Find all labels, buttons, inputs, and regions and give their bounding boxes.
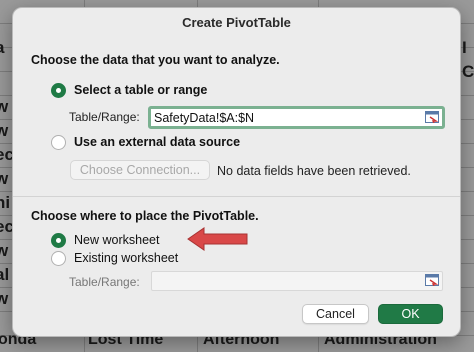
- external-source-option[interactable]: Use an external data source: [51, 133, 240, 151]
- sheet-cell: w: [0, 121, 9, 140]
- sheet-cell: ec: [0, 145, 12, 164]
- left-arrow-icon: [187, 227, 248, 251]
- range-picker-icon[interactable]: [425, 111, 439, 123]
- sheet-cell: al: [0, 265, 10, 284]
- sheet-right-column: I C: [462, 36, 474, 84]
- table-range-label: Table/Range:: [69, 110, 140, 124]
- dialog-title: Create PivotTable: [182, 15, 291, 30]
- sheet-cell: w: [0, 241, 9, 260]
- ok-button[interactable]: OK: [378, 304, 443, 324]
- existing-range-input[interactable]: [151, 271, 443, 291]
- existing-worksheet-option[interactable]: Existing worksheet: [51, 249, 178, 267]
- analyze-heading: Choose the data that you want to analyze…: [31, 53, 280, 67]
- sheet-left-column: w w ec w hi ec w al w: [0, 95, 12, 311]
- sheet-cell: ec: [0, 217, 12, 236]
- existing-range-label: Table/Range:: [69, 275, 140, 289]
- new-worksheet-label: New worksheet: [74, 233, 160, 247]
- section-divider: [13, 196, 460, 197]
- new-worksheet-option[interactable]: New worksheet: [51, 231, 159, 249]
- radio-selected-icon[interactable]: [51, 232, 66, 248]
- sheet-cell: I: [462, 38, 467, 57]
- external-source-label: Use an external data source: [74, 135, 241, 149]
- select-table-range-label: Select a table or range: [74, 83, 208, 97]
- sheet-cell: C: [462, 62, 474, 81]
- create-pivottable-dialog: Create PivotTable Choose the data that y…: [12, 7, 461, 337]
- cancel-button[interactable]: Cancel: [302, 304, 369, 324]
- table-range-value: SafetyData!$A:$N: [154, 111, 255, 125]
- place-heading: Choose where to place the PivotTable.: [31, 209, 259, 223]
- existing-worksheet-label: Existing worksheet: [74, 251, 179, 265]
- sheet-cell: a: [0, 36, 12, 60]
- choose-connection-button[interactable]: Choose Connection...: [70, 160, 210, 180]
- select-table-range-option[interactable]: Select a table or range: [51, 81, 207, 99]
- sheet-cell: hi: [0, 193, 11, 212]
- sheet-cell: w: [0, 289, 9, 308]
- range-picker-icon[interactable]: [425, 274, 439, 286]
- sheet-cell: w: [0, 97, 9, 116]
- no-fields-text: No data fields have been retrieved.: [217, 164, 411, 178]
- sheet-cell: w: [0, 169, 9, 188]
- table-range-input[interactable]: SafetyData!$A:$N: [148, 106, 445, 129]
- sheet-left-column: a: [0, 36, 12, 60]
- radio-unselected-icon[interactable]: [51, 250, 66, 266]
- radio-selected-icon[interactable]: [51, 82, 66, 98]
- radio-unselected-icon[interactable]: [51, 134, 66, 150]
